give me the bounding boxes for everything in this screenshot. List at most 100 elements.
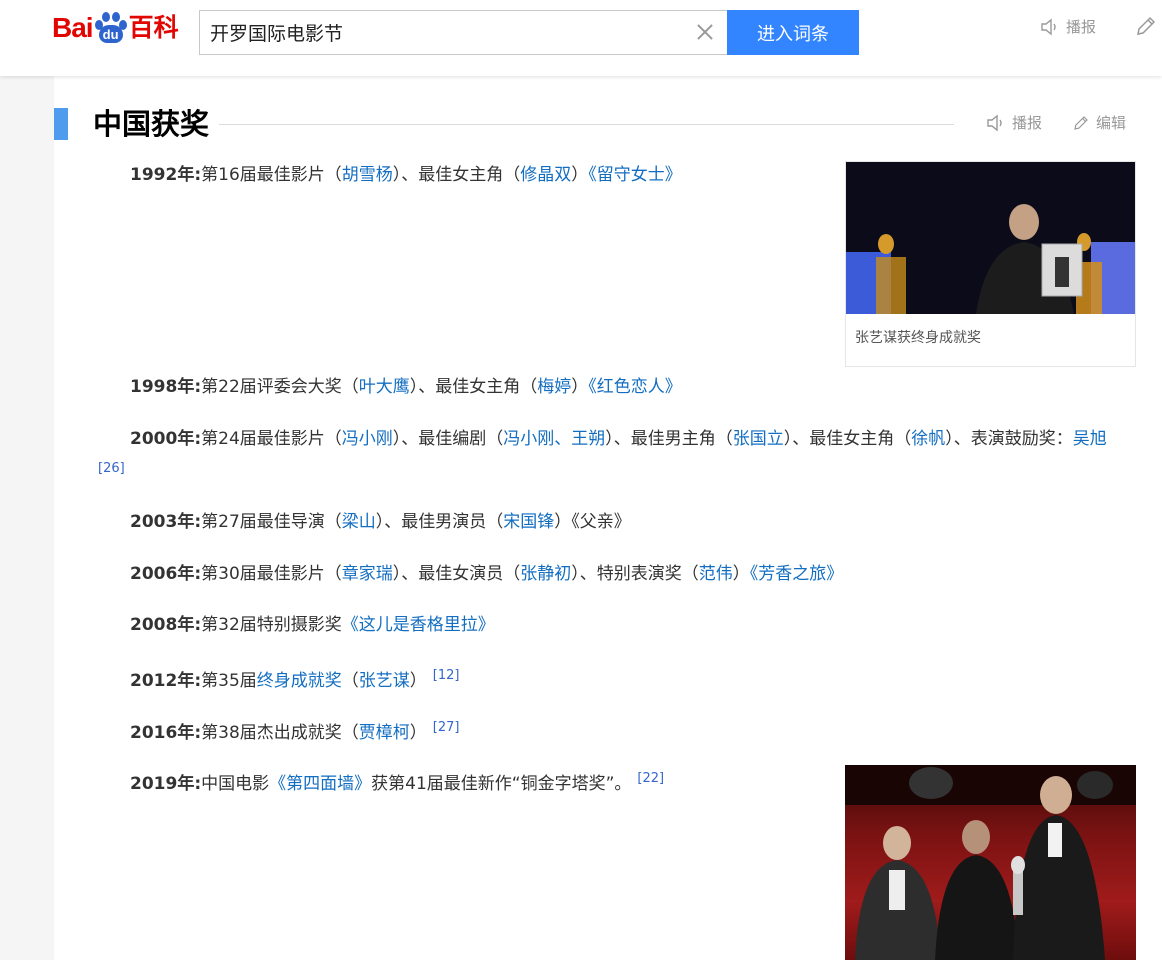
award-2006: 2006年:第30届最佳影片（章家瑞）、最佳女演员（张静初）、特别表演奖（范伟）… — [92, 559, 1137, 589]
award-text: ） — [571, 377, 589, 397]
person-link[interactable]: 胡雪杨 — [342, 165, 393, 185]
film-link[interactable]: 《芳香之旅》 — [750, 564, 844, 584]
award-year: 1998年: — [130, 377, 202, 397]
award-text: 第22届评委会大奖（ — [201, 377, 359, 397]
person-link[interactable]: 修晶双 — [520, 165, 571, 185]
award-text: 获第41届最佳新作“铜金字塔奖”。 — [371, 774, 632, 794]
section-actions: 播报 编辑 — [986, 112, 1126, 133]
award-text: 第38届杰出成就奖（ — [201, 723, 359, 743]
award-text: ）、最佳女主角（ — [409, 377, 538, 397]
top-header: Bai du 百科 进入词条 播报 — [0, 0, 1162, 76]
pencil-icon — [1074, 115, 1088, 130]
person-link[interactable]: 张静初 — [520, 564, 571, 584]
film-link[interactable]: 《这儿是香格里拉》 — [342, 615, 495, 635]
award-2012: 2012年:第35届终身成就奖（张艺谋） [12] — [92, 661, 1137, 696]
award-year: 2003年: — [130, 512, 202, 532]
header-broadcast-label: 播报 — [1066, 18, 1097, 36]
header-broadcast-button[interactable]: 播报 — [1040, 16, 1096, 37]
person-link[interactable]: 张国立 — [733, 429, 784, 449]
award-text: ）《父亲》 — [554, 512, 631, 532]
figure-zhang-yimou[interactable]: 张艺谋获终身成就奖 — [845, 161, 1136, 367]
film-link[interactable]: 《第四面墙》 — [269, 774, 371, 794]
reference-link[interactable]: [12] — [433, 668, 460, 683]
award-2000: 2000年:第24届最佳影片（冯小刚）、最佳编剧（冯小刚、王朔）、最佳男主角（张… — [92, 424, 1137, 489]
award-text: 第32届特别摄影奖 — [201, 615, 342, 635]
award-text: ） — [409, 723, 427, 743]
award-link[interactable]: 终身成就奖 — [257, 671, 342, 691]
award-text: （ — [341, 671, 359, 691]
award-2008: 2008年:第32届特别摄影奖《这儿是香格里拉》 — [92, 610, 1137, 640]
award-2016: 2016年:第38届杰出成就奖（贾樟柯） [27] — [92, 713, 1137, 748]
award-text: ）、最佳男主角（ — [605, 429, 733, 449]
award-text: 第27届最佳导演（ — [201, 512, 342, 532]
section-broadcast-label: 播报 — [1012, 114, 1043, 132]
award-year: 2000年: — [130, 429, 202, 449]
paw-icon: du — [94, 11, 128, 45]
search-input[interactable] — [200, 11, 680, 54]
award-text: 第35届 — [201, 671, 257, 691]
reference-link[interactable]: [27] — [433, 720, 460, 735]
award-year: 2008年: — [130, 615, 202, 635]
section-broadcast-button[interactable]: 播报 — [986, 112, 1042, 133]
search-box — [199, 10, 727, 55]
person-link[interactable]: 叶大鹰 — [359, 377, 410, 397]
person-link[interactable]: 梁山 — [342, 512, 376, 532]
award-text: ） — [571, 165, 589, 185]
section-edit-button[interactable]: 编辑 — [1072, 112, 1126, 133]
award-text: 、 — [554, 429, 572, 449]
award-text: ） — [409, 671, 427, 691]
enter-entry-button[interactable]: 进入词条 — [727, 10, 859, 55]
award-2019: 2019年:中国电影《第四面墙》获第41届最佳新作“铜金字塔奖”。 [22] — [92, 764, 832, 799]
speaker-icon — [987, 114, 1002, 131]
award-text: ）、特别表演奖（ — [571, 564, 699, 584]
award-text: ）、最佳女主角（ — [783, 429, 912, 449]
person-link[interactable]: 冯小刚 — [503, 429, 554, 449]
award-2003: 2003年:第27届最佳导演（梁山）、最佳男演员（宋国锋）《父亲》 — [92, 507, 1137, 537]
reference-link[interactable]: [26] — [98, 461, 125, 476]
person-link[interactable]: 王朔 — [571, 429, 605, 449]
person-link[interactable]: 吴旭 — [1073, 429, 1107, 449]
person-link[interactable]: 宋国锋 — [503, 512, 554, 532]
award-year: 2012年: — [130, 671, 202, 691]
section-marker — [54, 108, 68, 140]
award-text: 第16届最佳影片（ — [201, 165, 342, 185]
main-content: 中国获奖 播报 编辑 1992年:第16届最佳影片（胡雪杨）、最佳女主角（修晶双… — [54, 76, 1162, 960]
award-text: ） — [732, 564, 750, 584]
award-text: ）、最佳男演员（ — [375, 512, 504, 532]
figure-award-ceremony[interactable] — [845, 765, 1136, 960]
award-text: ）、最佳女演员（ — [392, 564, 521, 584]
reference-link[interactable]: [22] — [637, 771, 664, 786]
award-text: 第30届最佳影片（ — [201, 564, 342, 584]
award-text: 中国电影 — [201, 774, 270, 794]
photo — [846, 162, 1135, 314]
award-1998: 1998年:第22届评委会大奖（叶大鹰）、最佳女主角（梅婷）《红色恋人》 — [92, 372, 1137, 402]
person-link[interactable]: 梅婷 — [537, 377, 571, 397]
award-text: 第24届最佳影片（ — [201, 429, 342, 449]
award-year: 2006年: — [130, 564, 202, 584]
figure-caption: 张艺谋获终身成就奖 — [855, 330, 981, 346]
award-1992: 1992年:第16届最佳影片（胡雪杨）、最佳女主角（修晶双）《留守女士》 — [92, 160, 832, 190]
speaker-icon — [1041, 18, 1056, 35]
pencil-icon[interactable] — [1134, 14, 1158, 38]
award-text: ）、最佳编剧（ — [392, 429, 504, 449]
person-link[interactable]: 徐帆 — [911, 429, 945, 449]
logo-text-du: du — [98, 25, 123, 43]
person-link[interactable]: 张艺谋 — [359, 671, 410, 691]
award-text: ）、表演鼓励奖： — [945, 429, 1073, 449]
person-link[interactable]: 章家瑞 — [342, 564, 393, 584]
award-text: ）、最佳女主角（ — [392, 165, 521, 185]
logo-text-baike: 百科 — [128, 13, 179, 42]
award-year: 2016年: — [130, 723, 202, 743]
person-link[interactable]: 贾樟柯 — [359, 723, 410, 743]
clear-icon[interactable] — [695, 22, 715, 42]
film-link[interactable]: 《红色恋人》 — [588, 377, 682, 397]
person-link[interactable]: 冯小刚 — [342, 429, 393, 449]
baidu-baike-logo[interactable]: Bai du 百科 — [52, 8, 179, 48]
film-link[interactable]: 《留守女士》 — [588, 165, 682, 185]
award-year: 2019年: — [130, 774, 202, 794]
section-title: 中国获奖 — [93, 107, 210, 141]
photo — [845, 765, 1136, 960]
logo-text-bai: Bai — [52, 12, 94, 43]
award-year: 1992年: — [130, 165, 202, 185]
person-link[interactable]: 范伟 — [699, 564, 733, 584]
